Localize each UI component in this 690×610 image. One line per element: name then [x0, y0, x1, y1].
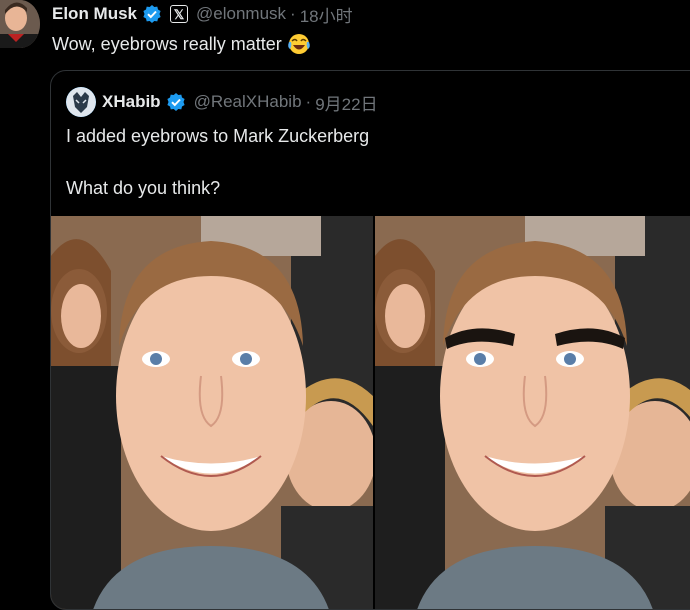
- edited-photo-with-eyebrows[interactable]: [375, 216, 690, 609]
- laughing-crying-emoji-icon: [287, 32, 311, 56]
- quoted-author-avatar[interactable]: [66, 87, 96, 117]
- verified-badge-icon: [142, 4, 162, 24]
- separator-dot: ·: [305, 92, 312, 111]
- author-name[interactable]: Elon Musk: [52, 4, 137, 24]
- quoted-tweet-date[interactable]: 9月22日: [315, 90, 377, 115]
- x-affiliate-icon: 𝕏: [170, 5, 189, 23]
- tweet-header: Elon Musk 𝕏 @elonmusk · 18小时: [52, 2, 353, 26]
- author-avatar[interactable]: [0, 0, 40, 48]
- quoted-author-name[interactable]: XHabib: [102, 92, 161, 112]
- original-photo[interactable]: [51, 216, 373, 609]
- verified-badge-icon: [166, 92, 186, 112]
- quoted-author-handle[interactable]: @RealXHabib: [194, 92, 302, 112]
- quoted-tweet-text: I added eyebrows to Mark Zuckerberg What…: [66, 126, 370, 198]
- tweet-body: Wow, eyebrows really matter: [52, 32, 311, 56]
- author-handle[interactable]: @elonmusk: [196, 4, 286, 24]
- tweet-timestamp[interactable]: 18小时: [300, 2, 353, 27]
- tweet-text: Wow, eyebrows really matter: [52, 33, 282, 54]
- quoted-tweet-header: XHabib @RealXHabib · 9月22日: [66, 87, 378, 117]
- separator-dot: ·: [290, 4, 296, 23]
- quoted-tweet[interactable]: XHabib @RealXHabib · 9月22日 I added eyebr…: [50, 70, 690, 610]
- quoted-tweet-media[interactable]: [51, 216, 690, 609]
